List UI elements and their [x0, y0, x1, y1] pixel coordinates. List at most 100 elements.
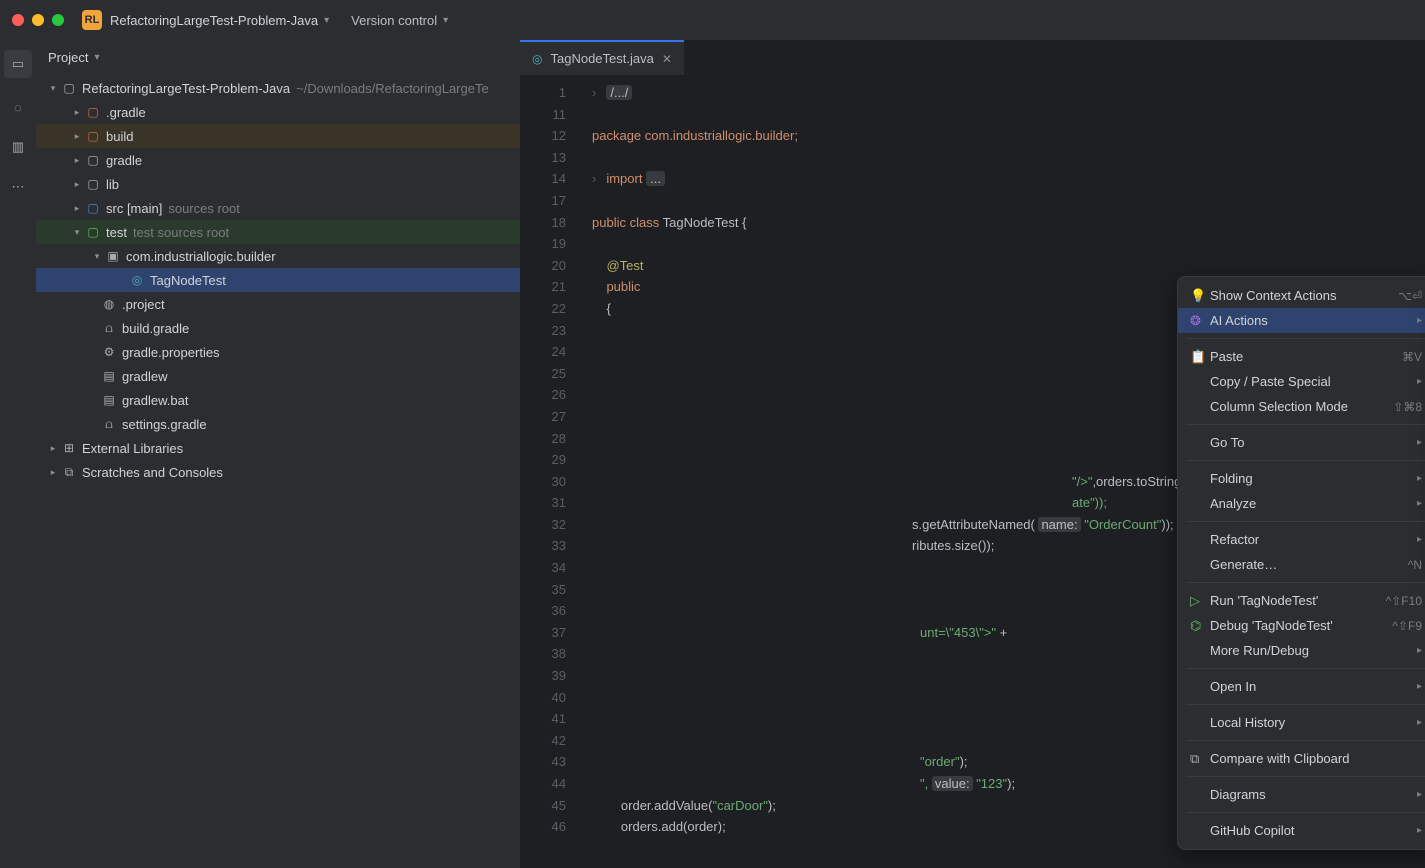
menu-compare-clipboard[interactable]: ⧉Compare with Clipboard	[1178, 746, 1425, 771]
chevron-right-icon[interactable]: ▸	[70, 107, 84, 118]
chevron-down-icon[interactable]: ▾	[70, 227, 84, 238]
project-panel: Project ▾ ▾ ▢ RefactoringLargeTest-Probl…	[36, 40, 520, 868]
class-icon: ◎	[532, 52, 542, 66]
chevron-right-icon: ▸	[1417, 825, 1422, 836]
menu-local-history[interactable]: Local History▸	[1178, 710, 1425, 735]
tree-item[interactable]: ▸⧉Scratches and Consoles	[36, 460, 520, 484]
folder-icon: ▢	[84, 153, 102, 167]
menu-paste[interactable]: 📋Paste⌘V	[1178, 344, 1425, 369]
scratches-icon: ⧉	[60, 465, 78, 480]
chevron-right-icon: ▸	[1417, 315, 1422, 326]
diff-icon: ⧉	[1190, 751, 1210, 767]
chevron-down-icon[interactable]: ▾	[46, 83, 60, 94]
close-icon[interactable]: ✕	[662, 52, 672, 66]
separator	[1186, 582, 1425, 583]
tool-strip: ▭ ◌ ▥ ⋯	[0, 40, 36, 868]
separator	[1186, 668, 1425, 669]
chevron-right-icon[interactable]: ▸	[70, 131, 84, 142]
menu-generate[interactable]: Generate…^N	[1178, 552, 1425, 577]
menu-diagrams[interactable]: Diagrams▸	[1178, 782, 1425, 807]
structure-icon[interactable]: ▥	[7, 136, 29, 158]
run-icon: ▷	[1190, 593, 1210, 609]
chevron-right-icon[interactable]: ▸	[70, 203, 84, 214]
project-badge: RL	[82, 10, 102, 30]
version-control-menu[interactable]: Version control	[351, 13, 437, 28]
tree-item[interactable]: ◍.project	[36, 292, 520, 316]
chevron-right-icon: ▸	[1417, 789, 1422, 800]
chevron-right-icon[interactable]: ▸	[70, 155, 84, 166]
chevron-down-icon[interactable]: ▾	[324, 15, 329, 26]
maximize-window-icon[interactable]	[52, 14, 64, 26]
menu-folding[interactable]: Folding▸	[1178, 466, 1425, 491]
chevron-right-icon: ▸	[1417, 473, 1422, 484]
menu-refactor[interactable]: Refactor▸	[1178, 527, 1425, 552]
menu-ai-actions[interactable]: ❂AI Actions▸	[1178, 308, 1425, 333]
folder-icon: ▢	[84, 105, 102, 119]
chevron-right-icon: ▸	[1417, 645, 1422, 656]
tree-item[interactable]: ▸⊞External Libraries	[36, 436, 520, 460]
editor-tab[interactable]: ◎ TagNodeTest.java ✕	[520, 40, 684, 75]
menu-show-context-actions[interactable]: 💡Show Context Actions⌥⏎	[1178, 283, 1425, 308]
tree-item[interactable]: ▸▢build	[36, 124, 520, 148]
gradle-icon: ⩍	[100, 417, 118, 432]
menu-run[interactable]: ▷Run 'TagNodeTest'^⇧F10	[1178, 588, 1425, 613]
tree-item[interactable]: ⚙gradle.properties	[36, 340, 520, 364]
separator	[1186, 338, 1425, 339]
separator	[1186, 812, 1425, 813]
tree-item[interactable]: ⩍build.gradle	[36, 316, 520, 340]
chevron-right-icon[interactable]: ▸	[46, 467, 60, 478]
tree-item[interactable]: ▸▢src [main]sources root	[36, 196, 520, 220]
editor: ◎ TagNodeTest.java ✕ 1111213141718192021…	[520, 40, 1425, 868]
menu-more-run[interactable]: More Run/Debug▸	[1178, 638, 1425, 663]
folder-icon[interactable]: ▭	[4, 50, 32, 78]
tree-item-selected[interactable]: ◎TagNodeTest	[36, 268, 520, 292]
commit-icon[interactable]: ◌	[7, 96, 29, 118]
separator	[1186, 521, 1425, 522]
folder-icon: ▢	[84, 201, 102, 215]
chevron-right-icon: ▸	[1417, 498, 1422, 509]
tree-item[interactable]: ⩍settings.gradle	[36, 412, 520, 436]
separator	[1186, 704, 1425, 705]
tree-item[interactable]: ▾▢testtest sources root	[36, 220, 520, 244]
folder-icon: ▢	[84, 177, 102, 191]
menu-copy-paste-special[interactable]: Copy / Paste Special▸	[1178, 369, 1425, 394]
tree-root[interactable]: ▾ ▢ RefactoringLargeTest-Problem-Java ~/…	[36, 76, 520, 100]
paste-icon: 📋	[1190, 349, 1210, 365]
menu-debug[interactable]: ⌬Debug 'TagNodeTest'^⇧F9	[1178, 613, 1425, 638]
window-controls	[12, 14, 64, 26]
bug-icon: ⌬	[1190, 618, 1210, 634]
file-icon: ◍	[100, 297, 118, 311]
menu-analyze[interactable]: Analyze▸	[1178, 491, 1425, 516]
chevron-down-icon[interactable]: ▾	[443, 15, 448, 26]
gradle-icon: ⩍	[100, 321, 118, 336]
chevron-down-icon[interactable]: ▾	[94, 52, 99, 63]
folder-icon: ▢	[84, 129, 102, 143]
separator	[1186, 740, 1425, 741]
tree-item[interactable]: ▸▢lib	[36, 172, 520, 196]
tree-item[interactable]: ▸▢gradle	[36, 148, 520, 172]
file-icon: ▤	[100, 369, 118, 383]
tree-item[interactable]: ▤gradlew.bat	[36, 388, 520, 412]
library-icon: ⊞	[60, 441, 78, 455]
chevron-right-icon: ▸	[1417, 534, 1422, 545]
panel-title[interactable]: Project ▾	[36, 40, 520, 74]
project-name[interactable]: RefactoringLargeTest-Problem-Java	[110, 13, 318, 28]
chevron-right-icon: ▸	[1417, 376, 1422, 387]
minimize-window-icon[interactable]	[32, 14, 44, 26]
tree-item[interactable]: ▾▣com.industriallogic.builder	[36, 244, 520, 268]
close-window-icon[interactable]	[12, 14, 24, 26]
menu-github-copilot[interactable]: GitHub Copilot▸	[1178, 818, 1425, 843]
tree-item[interactable]: ▸▢.gradle	[36, 100, 520, 124]
editor-tabs: ◎ TagNodeTest.java ✕	[520, 40, 1425, 76]
file-icon: ▤	[100, 393, 118, 407]
menu-column-selection[interactable]: Column Selection Mode⇧⌘8	[1178, 394, 1425, 419]
menu-goto[interactable]: Go To▸	[1178, 430, 1425, 455]
chevron-right-icon[interactable]: ▸	[70, 179, 84, 190]
tree-item[interactable]: ▤gradlew	[36, 364, 520, 388]
chevron-right-icon[interactable]: ▸	[46, 443, 60, 454]
tab-label: TagNodeTest.java	[550, 51, 653, 66]
menu-open-in[interactable]: Open In▸	[1178, 674, 1425, 699]
more-icon[interactable]: ⋯	[7, 176, 29, 198]
chevron-down-icon[interactable]: ▾	[90, 251, 104, 262]
separator	[1186, 424, 1425, 425]
